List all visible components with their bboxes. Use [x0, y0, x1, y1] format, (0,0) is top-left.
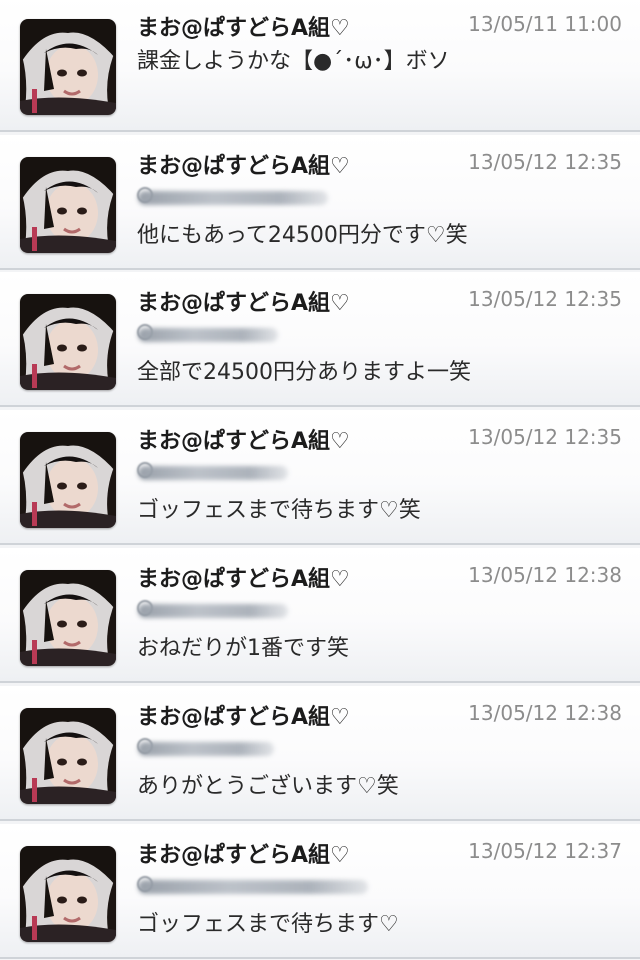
tweet-author[interactable]: まお@ぱすどらA組♡ [137, 837, 350, 869]
avatar-photo [20, 846, 116, 942]
tweet-timestamp: 13/05/12 12:37 [468, 839, 622, 863]
tweet-author[interactable]: まお@ぱすどらA組♡ [137, 10, 350, 42]
blurred-reply-mention[interactable] [138, 604, 288, 618]
blurred-reply-mention[interactable] [138, 191, 328, 205]
tweet-timestamp: 13/05/12 12:38 [468, 563, 622, 587]
avatar-photo [20, 294, 116, 390]
tweet-author[interactable]: まお@ぱすどらA組♡ [137, 423, 350, 455]
avatar-photo [20, 570, 116, 666]
tweet-timestamp: 13/05/12 12:38 [468, 701, 622, 725]
blurred-reply-mention[interactable] [138, 880, 368, 894]
tweet-author[interactable]: まお@ぱすどらA組♡ [137, 699, 350, 731]
avatar[interactable] [20, 708, 116, 804]
avatar[interactable] [20, 19, 116, 115]
avatar-photo [20, 432, 116, 528]
blurred-reply-mention[interactable] [138, 466, 288, 480]
tweet-text: おねだりが1番です笑 [137, 636, 349, 661]
blurred-reply-mention[interactable] [138, 328, 278, 342]
avatar[interactable] [20, 157, 116, 253]
tweet-row[interactable]: まお@ぱすどらA組♡ 13/05/12 12:37 ゴッフェスまで待ちます♡ [0, 824, 640, 959]
tweet-timestamp: 13/05/12 12:35 [468, 425, 622, 449]
tweet-row[interactable]: まお@ぱすどらA組♡ 13/05/12 12:35 他にもあって24500円分で… [0, 135, 640, 270]
tweet-text: ゴッフェスまで待ちます♡ [137, 912, 399, 937]
tweet-text: 全部で24500円分ありますよ一笑 [137, 360, 471, 385]
tweet-row[interactable]: まお@ぱすどらA組♡ 13/05/11 11:00 課金しようかな【●´･ω･】… [0, 0, 640, 132]
avatar-photo [20, 157, 116, 253]
tweet-timestamp: 13/05/12 12:35 [468, 150, 622, 174]
tweet-text: ゴッフェスまで待ちます♡笑 [137, 498, 421, 523]
tweet-row[interactable]: まお@ぱすどらA組♡ 13/05/12 12:35 ゴッフェスまで待ちます♡笑 [0, 410, 640, 545]
avatar[interactable] [20, 432, 116, 528]
tweet-row[interactable]: まお@ぱすどらA組♡ 13/05/12 12:35 全部で24500円分あります… [0, 272, 640, 407]
tweet-row[interactable]: まお@ぱすどらA組♡ 13/05/12 12:38 おねだりが1番です笑 [0, 548, 640, 683]
tweet-text: ありがとうございます♡笑 [137, 774, 399, 799]
tweet-author[interactable]: まお@ぱすどらA組♡ [137, 561, 350, 593]
tweet-timestamp: 13/05/11 11:00 [468, 12, 622, 36]
tweet-timestamp: 13/05/12 12:35 [468, 287, 622, 311]
timeline: まお@ぱすどらA組♡ 13/05/11 11:00 課金しようかな【●´･ω･】… [0, 0, 640, 960]
avatar[interactable] [20, 570, 116, 666]
tweet-author[interactable]: まお@ぱすどらA組♡ [137, 148, 350, 180]
tweet-row[interactable]: まお@ぱすどらA組♡ 13/05/12 12:38 ありがとうございます♡笑 [0, 686, 640, 821]
tweet-author[interactable]: まお@ぱすどらA組♡ [137, 285, 350, 317]
avatar[interactable] [20, 846, 116, 942]
avatar-photo [20, 708, 116, 804]
blurred-reply-mention[interactable] [138, 742, 274, 756]
tweet-text: 他にもあって24500円分です♡笑 [137, 223, 468, 248]
tweet-text: 課金しようかな【●´･ω･】ボソ [137, 49, 450, 74]
avatar-photo [20, 19, 116, 115]
avatar[interactable] [20, 294, 116, 390]
